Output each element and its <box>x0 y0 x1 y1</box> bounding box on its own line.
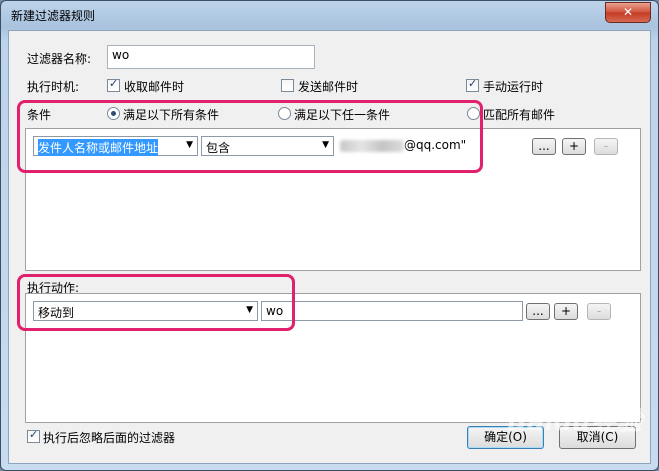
condition-value-text: @qq.com" <box>404 138 467 152</box>
remove-condition-button[interactable]: - <box>594 138 618 155</box>
dropdown-arrow-icon: ▼ <box>186 140 193 150</box>
radio-dot-icon <box>111 111 116 116</box>
on-manual-checkbox[interactable]: ✓ <box>466 77 479 92</box>
check-icon: ✓ <box>468 77 478 90</box>
mode-match-all-label: 匹配所有邮件 <box>483 108 556 122</box>
filter-name-label: 过滤器名称: <box>27 52 92 66</box>
condition-field-select[interactable]: 发件人名称或邮件地址 ▼ <box>33 136 198 156</box>
condition-value-input[interactable]: @qq.com" <box>340 138 466 152</box>
dialog-body: 过滤器名称: wo 执行时机: ✓ 收取邮件时 发送邮件时 ✓ 手动运行时 条件… <box>8 30 651 464</box>
conditions-label: 条件 <box>27 108 52 122</box>
watermark-logo: Baidu经验 <box>507 407 643 437</box>
condition-operator-select[interactable]: 包含 ▼ <box>201 136 334 156</box>
check-icon: ✓ <box>29 428 39 441</box>
on-manual-label: 手动运行时 <box>483 80 544 94</box>
on-receive-checkbox[interactable]: ✓ <box>107 77 120 92</box>
add-action-button[interactable]: + <box>554 303 578 320</box>
window-title: 新建过滤器规则 <box>11 9 96 23</box>
skip-later-filters-label: 执行后忽略后面的过滤器 <box>43 431 176 445</box>
check-icon: ✓ <box>109 77 119 90</box>
condition-more-button[interactable]: ... <box>532 138 556 155</box>
action-target-value: wo <box>266 304 284 318</box>
add-condition-button[interactable]: + <box>562 138 586 155</box>
mode-all-label: 满足以下所有条件 <box>123 108 220 122</box>
on-send-checkbox[interactable] <box>281 79 294 92</box>
action-more-button[interactable]: ... <box>526 303 550 320</box>
conditions-list: 发件人名称或邮件地址 ▼ 包含 ▼ @qq.com" ... + - <box>25 128 641 271</box>
title-bar[interactable]: 新建过滤器规则 ✕ <box>1 1 658 29</box>
mode-all-radio[interactable] <box>107 107 120 120</box>
close-button[interactable]: ✕ <box>605 2 651 23</box>
mode-any-label: 满足以下任一条件 <box>294 108 391 122</box>
on-receive-label: 收取邮件时 <box>124 80 185 94</box>
mode-any-radio[interactable] <box>278 107 291 120</box>
action-target-input[interactable]: wo <box>261 301 523 321</box>
filter-name-input[interactable]: wo <box>107 45 315 69</box>
redacted-text <box>340 139 404 152</box>
action-type-select[interactable]: 移动到 ▼ <box>33 301 258 321</box>
action-type-value: 移动到 <box>38 306 75 320</box>
skip-later-filters-checkbox[interactable]: ✓ <box>27 428 40 443</box>
run-time-label: 执行时机: <box>27 80 80 94</box>
remove-action-button[interactable]: - <box>587 303 611 320</box>
filter-rule-dialog: 新建过滤器规则 ✕ 过滤器名称: wo 执行时机: ✓ 收取邮件时 发送邮件时 … <box>0 0 659 471</box>
condition-operator-value: 包含 <box>206 141 231 155</box>
dropdown-arrow-icon: ▼ <box>322 140 329 150</box>
condition-field-value: 发件人名称或邮件地址 <box>38 139 159 156</box>
mode-match-all-radio[interactable] <box>467 107 480 120</box>
on-send-label: 发送邮件时 <box>298 80 359 94</box>
dropdown-arrow-icon: ▼ <box>246 305 253 315</box>
